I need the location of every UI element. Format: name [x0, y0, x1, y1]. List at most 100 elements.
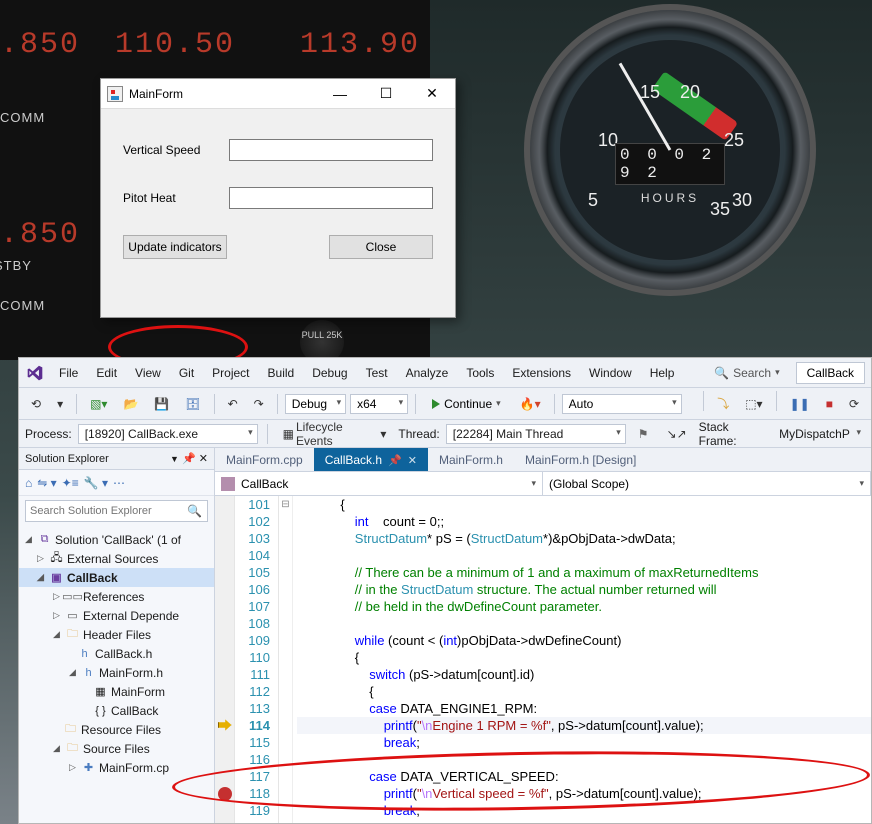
play-icon [432, 399, 440, 409]
thread-label: Thread: [398, 427, 439, 441]
radio-freq-4: .850 [0, 218, 80, 252]
auto-dropdown[interactable]: Auto [562, 394, 682, 414]
stby-label: STBY [0, 258, 32, 273]
line-number-gutter: 1011021031041051061071081091101111121131… [235, 496, 279, 823]
tree-references[interactable]: ▷▭▭References [19, 587, 214, 606]
menu-file[interactable]: File [51, 362, 86, 384]
solexp-dropdown-icon[interactable]: ▼ [170, 454, 179, 464]
nav-back-button[interactable]: ⟲ [25, 393, 47, 415]
tree-mainform-cpp[interactable]: ▷✚MainForm.cp [19, 758, 214, 777]
solexp-more-icon[interactable]: ⋯ [113, 476, 125, 490]
vs-solution-name-button[interactable]: CallBack [796, 362, 865, 384]
nav-project-icon [221, 477, 235, 491]
tree-external-deps[interactable]: ▷▭External Depende [19, 606, 214, 625]
menu-git[interactable]: Git [171, 362, 202, 384]
tab-mainform-h-design[interactable]: MainForm.h [Design] [514, 448, 647, 471]
process-dropdown[interactable]: [18920] CallBack.exe [78, 424, 258, 444]
solexp-wrench-icon[interactable]: 🔧 ▾ [84, 476, 108, 490]
pin-icon[interactable]: 📌 [182, 452, 196, 465]
breakpoint-gutter[interactable] [215, 496, 235, 823]
tab-callback-h[interactable]: CallBack.h📌✕ [314, 448, 428, 471]
new-project-icon[interactable]: ▧▾ [84, 393, 113, 415]
close-window-button[interactable]: ✕ [409, 79, 455, 109]
platform-dropdown[interactable]: x64 [350, 394, 408, 414]
menu-edit[interactable]: Edit [88, 362, 125, 384]
menu-debug[interactable]: Debug [304, 362, 355, 384]
solexp-switch-icon[interactable]: ⇋ ▾ [37, 476, 56, 490]
menu-analyze[interactable]: Analyze [398, 362, 457, 384]
menu-tools[interactable]: Tools [458, 362, 502, 384]
editor-nav-bar: CallBack (Global Scope) [215, 472, 871, 496]
tree-callback-node[interactable]: { }CallBack [19, 701, 214, 720]
solution-explorer-search[interactable]: 🔍 [25, 500, 208, 522]
menu-help[interactable]: Help [642, 362, 683, 384]
thread-flag-icon[interactable]: ⚑ [632, 423, 655, 445]
update-indicators-button[interactable]: Update indicators [123, 235, 227, 259]
editor-tabstrip: MainForm.cpp CallBack.h📌✕ MainForm.h Mai… [215, 448, 871, 472]
hot-reload-icon[interactable]: 🔥▾ [514, 393, 547, 415]
config-dropdown[interactable]: Debug [285, 394, 346, 414]
radio-freq-2: 110.50 [115, 28, 235, 62]
maximize-button[interactable]: ☐ [363, 79, 409, 109]
tree-source-files[interactable]: ◢🗀Source Files [19, 739, 214, 758]
tach-face: 5 10 15 20 25 30 35 R P M X100 0 0 0 2 9… [560, 40, 780, 260]
step-over-icon[interactable]: ⬚▾ [739, 391, 768, 416]
mainform-titlebar[interactable]: MainForm — ☐ ✕ [101, 79, 455, 109]
menu-project[interactable]: Project [204, 362, 257, 384]
tree-callback-h[interactable]: hCallBack.h [19, 644, 214, 663]
tree-project-callback[interactable]: ◢▣CallBack [19, 568, 214, 587]
tach-mark-20: 20 [680, 82, 700, 103]
mainform-button-row: Update indicators Close [101, 235, 455, 259]
save-all-icon[interactable]: 🗄 [179, 393, 206, 415]
tree-mainform-h[interactable]: ◢hMainForm.h [19, 663, 214, 682]
thread-dropdown[interactable]: [22284] Main Thread [446, 424, 626, 444]
vs-search[interactable]: 🔍 Search ▾ [708, 366, 786, 380]
vs-menu-bar: File Edit View Git Project Build Debug T… [19, 358, 871, 388]
restart-icon[interactable]: ⟳ [843, 391, 865, 416]
minimize-button[interactable]: — [317, 79, 363, 109]
solexp-search-input[interactable] [26, 505, 182, 517]
solexp-close-icon[interactable]: ✕ [199, 452, 208, 465]
stackframe-label: Stack Frame: [699, 420, 768, 448]
tree-header-files[interactable]: ◢🗀Header Files [19, 625, 214, 644]
stackframe-dropdown[interactable]: MyDispatchP [773, 425, 865, 443]
pause-icon[interactable]: ❚❚ [784, 391, 816, 416]
menu-test[interactable]: Test [358, 362, 396, 384]
vertical-speed-input[interactable] [229, 139, 433, 161]
thread-nav-icon[interactable]: ↘↗ [661, 423, 693, 445]
open-icon[interactable]: 📂 [117, 393, 144, 415]
solexp-home-icon[interactable]: ⌂ [25, 476, 32, 490]
tree-solution[interactable]: ◢⧉Solution 'CallBack' (1 of [19, 530, 214, 549]
tab-mainform-h[interactable]: MainForm.h [428, 448, 514, 471]
tree-external-sources[interactable]: ▷🖧External Sources [19, 549, 214, 568]
fold-gutter[interactable]: ⊟ [279, 496, 293, 823]
menu-build[interactable]: Build [260, 362, 303, 384]
code-lines[interactable]: { int count = 0;; StructDatum* pS = (Str… [293, 496, 871, 823]
tree-resource-files[interactable]: 🗀Resource Files [19, 720, 214, 739]
tab-mainform-cpp[interactable]: MainForm.cpp [215, 448, 314, 471]
menu-view[interactable]: View [127, 362, 169, 384]
close-button[interactable]: Close [329, 235, 433, 259]
menu-extensions[interactable]: Extensions [504, 362, 579, 384]
stop-icon[interactable]: ■ [820, 391, 839, 416]
solution-explorer-header[interactable]: Solution Explorer ▼ 📌 ✕ [19, 448, 214, 470]
save-icon[interactable]: 💾 [148, 393, 175, 415]
nav-fwd-button[interactable]: ▾ [51, 393, 69, 415]
code-area[interactable]: 1011021031041051061071081091101111121131… [215, 496, 871, 823]
lifecycle-events-button[interactable]: ▦ Lifecycle Events ▾ [277, 416, 393, 452]
redo-icon[interactable]: ↷ [248, 393, 270, 415]
solexp-sync-icon[interactable]: ✦≡ [62, 476, 79, 490]
search-icon: 🔍 [714, 366, 729, 380]
solution-explorer-tree[interactable]: ◢⧉Solution 'CallBack' (1 of ▷🖧External S… [19, 526, 214, 823]
menu-window[interactable]: Window [581, 362, 640, 384]
vs-logo-icon [25, 363, 45, 383]
continue-button[interactable]: Continue ▾ [423, 393, 510, 415]
tab-close-icon[interactable]: ✕ [408, 454, 417, 467]
tree-mainform-node[interactable]: ▦MainForm [19, 682, 214, 701]
nav-scope-dropdown[interactable]: (Global Scope) [543, 472, 871, 495]
pitot-heat-input[interactable] [229, 187, 433, 209]
undo-icon[interactable]: ↶ [222, 393, 244, 415]
nav-project-dropdown[interactable]: CallBack [215, 472, 543, 495]
step-into-icon[interactable]: ⤵ [711, 391, 735, 416]
tab-pin-icon[interactable]: 📌 [388, 454, 402, 467]
